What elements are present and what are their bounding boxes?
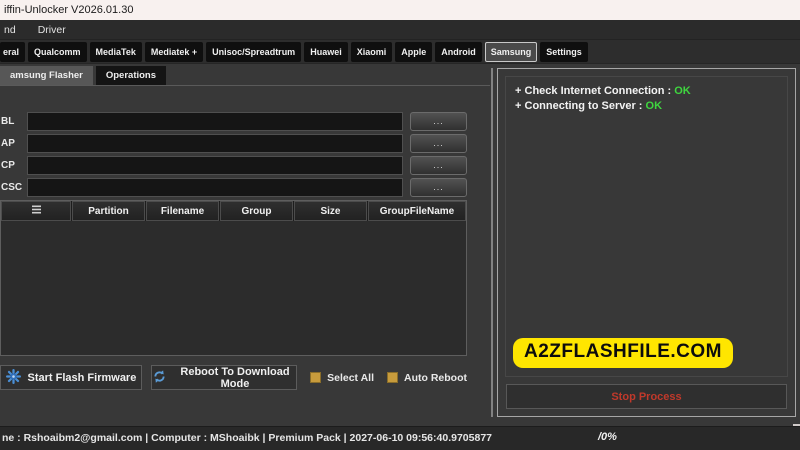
column-partition[interactable]: Partition: [72, 201, 145, 221]
log-line: + Check Internet Connection : OK: [515, 85, 691, 97]
samsung-flasher-page: BL ... AP ... CP ... CSC ... Partition F…: [0, 85, 490, 390]
progress-percent: /0%: [598, 431, 617, 443]
partition-table-body: [1, 221, 466, 355]
cp-file-input[interactable]: [27, 156, 403, 175]
partition-table-header: Partition Filename Group Size GroupFileN…: [1, 201, 466, 221]
csc-row: CSC ...: [0, 178, 467, 197]
bl-browse-button[interactable]: ...: [410, 112, 467, 131]
app-window: iffin-Unlocker V2026.01.30 nd Driver era…: [0, 0, 800, 450]
window-title: iffin-Unlocker V2026.01.30: [4, 4, 134, 16]
column-size[interactable]: Size: [294, 201, 367, 221]
ap-file-input[interactable]: [27, 134, 403, 153]
status-ok: OK: [645, 100, 663, 113]
watermark-logo: A2ZFLASHFILE.COM: [513, 338, 733, 368]
bl-label: BL: [1, 116, 15, 127]
tab-apple[interactable]: Apple: [395, 41, 433, 62]
refresh-icon: [152, 369, 167, 387]
title-bar[interactable]: iffin-Unlocker V2026.01.30: [0, 0, 800, 20]
menu-bar: nd Driver: [0, 20, 800, 40]
select-all-label: Select All: [327, 371, 374, 384]
bl-row: BL ...: [0, 112, 467, 131]
partition-table: Partition Filename Group Size GroupFileN…: [0, 200, 467, 356]
reboot-download-mode-button[interactable]: Reboot To Download Mode: [150, 365, 298, 390]
tab-huawei[interactable]: Huawei: [304, 41, 348, 62]
column-select-header[interactable]: [1, 201, 71, 221]
column-group[interactable]: Group: [220, 201, 293, 221]
action-row: Start Flash Firmware Reboot To Download …: [0, 365, 467, 390]
start-flash-firmware-button[interactable]: Start Flash Firmware: [0, 365, 142, 390]
csc-label: CSC: [1, 182, 23, 193]
auto-reboot-label: Auto Reboot: [404, 371, 467, 384]
list-icon: [31, 204, 42, 218]
bullet-icon: +: [515, 100, 522, 113]
menu-item-partial[interactable]: nd: [1, 22, 19, 38]
tab-mediatek-plus[interactable]: Mediatek +: [144, 41, 204, 62]
start-flash-firmware-label: Start Flash Firmware: [27, 371, 137, 384]
tab-general[interactable]: eral: [0, 41, 26, 62]
gear-icon: [5, 368, 21, 387]
checkbox-icon: [387, 372, 398, 383]
main-tab-strip: eral Qualcomm MediaTek Mediatek + Unisoc…: [0, 40, 800, 64]
flasher-pane: amsung Flasher Operations BL ... AP ... …: [0, 64, 490, 420]
column-groupfilename[interactable]: GroupFileName: [368, 201, 466, 221]
license-info-text: ne : Rshoaibm2@gmail.com | Computer : MS…: [2, 432, 492, 444]
panel-splitter[interactable]: [491, 68, 493, 417]
auto-reboot-checkbox[interactable]: Auto Reboot: [387, 372, 467, 384]
menu-item-driver[interactable]: Driver: [35, 22, 69, 38]
log-output: + Check Internet Connection : OK + Conne…: [505, 76, 788, 377]
select-all-checkbox[interactable]: Select All: [310, 372, 374, 384]
sub-tab-strip: amsung Flasher Operations: [0, 64, 490, 85]
tab-android[interactable]: Android: [435, 41, 482, 62]
bl-file-input[interactable]: [27, 112, 403, 131]
stop-process-button[interactable]: Stop Process: [506, 384, 787, 409]
column-filename[interactable]: Filename: [146, 201, 219, 221]
ap-label: AP: [1, 138, 15, 149]
ap-browse-button[interactable]: ...: [410, 134, 467, 153]
csc-browse-button[interactable]: ...: [410, 178, 467, 197]
cp-label: CP: [1, 160, 15, 171]
tab-xiaomi[interactable]: Xiaomi: [350, 41, 393, 62]
log-line: + Connecting to Server : OK: [515, 100, 663, 113]
subtab-samsung-flasher[interactable]: amsung Flasher: [0, 66, 93, 85]
ap-row: AP ...: [0, 134, 467, 153]
tab-mediatek[interactable]: MediaTek: [89, 41, 142, 62]
tab-qualcomm[interactable]: Qualcomm: [28, 41, 87, 62]
csc-file-input[interactable]: [27, 178, 403, 197]
tab-unisoc-spreadtrum[interactable]: Unisoc/Spreadtrum: [206, 41, 302, 62]
subtab-operations[interactable]: Operations: [95, 66, 167, 85]
bullet-icon: +: [515, 85, 522, 97]
tab-settings[interactable]: Settings: [540, 41, 588, 62]
cp-browse-button[interactable]: ...: [410, 156, 467, 175]
reboot-download-mode-label: Reboot To Download Mode: [180, 365, 290, 390]
checkbox-icon: [310, 372, 322, 383]
log-panel: + Check Internet Connection : OK + Conne…: [497, 68, 796, 417]
tab-samsung[interactable]: Samsung: [484, 41, 538, 62]
cp-row: CP ...: [0, 156, 467, 175]
status-ok: OK: [674, 85, 691, 97]
status-bar: ne : Rshoaibm2@gmail.com | Computer : MS…: [0, 426, 800, 450]
